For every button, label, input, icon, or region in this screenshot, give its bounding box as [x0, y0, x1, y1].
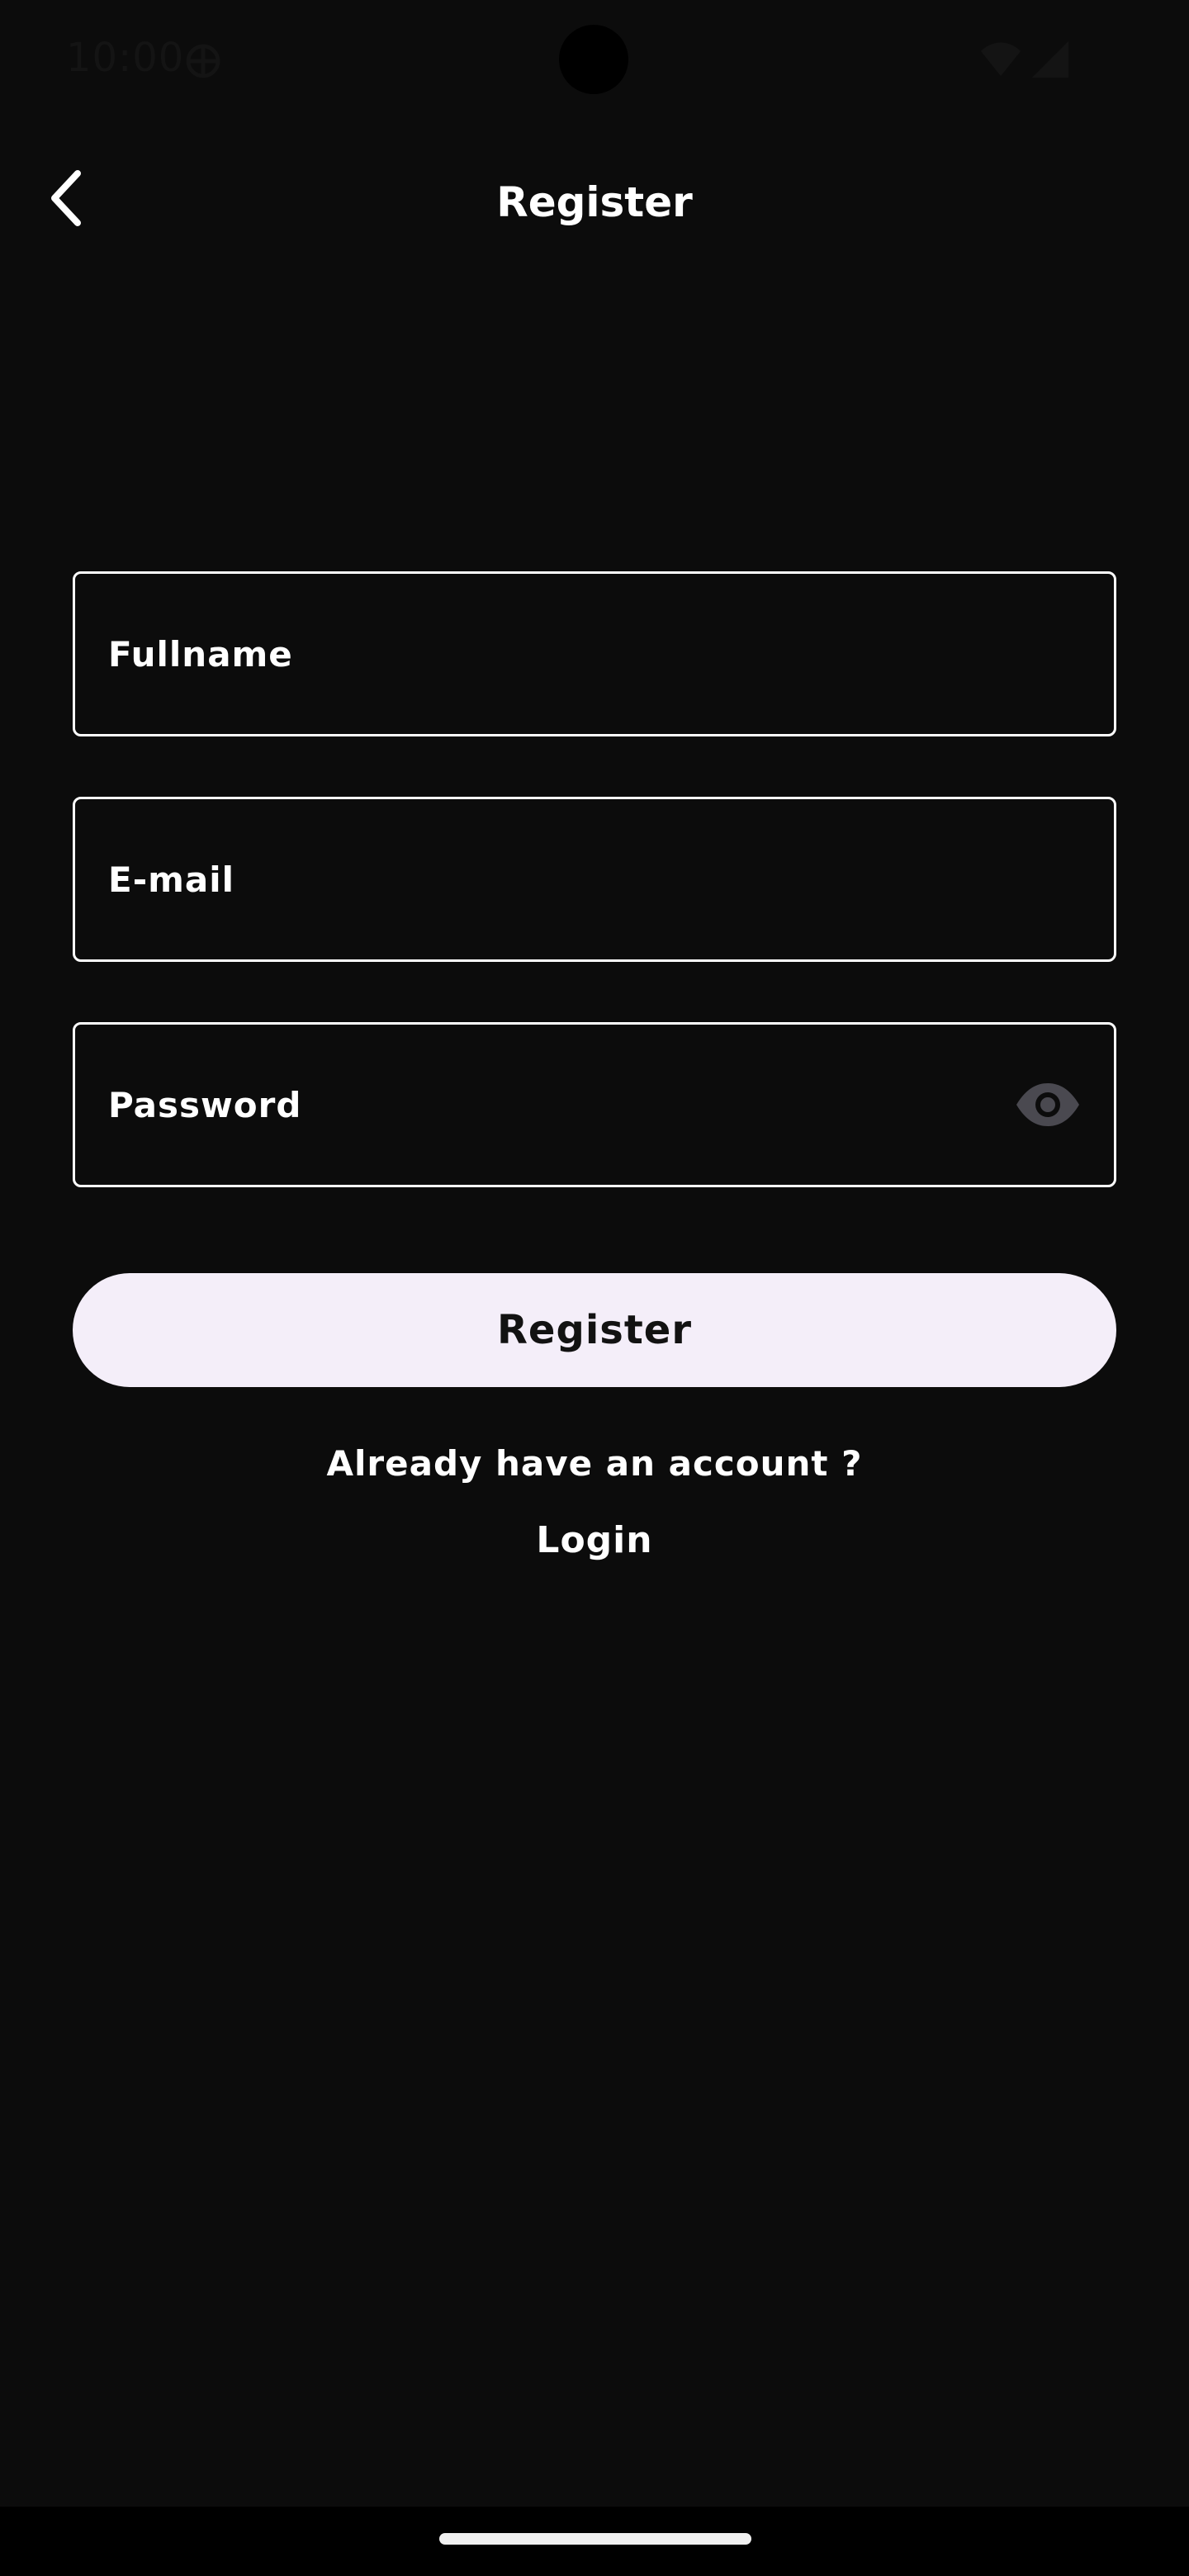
status-time: 10:00 [66, 35, 185, 81]
password-input[interactable] [108, 1025, 1016, 1185]
password-field[interactable] [73, 1022, 1116, 1187]
fullname-input[interactable] [108, 574, 1016, 734]
home-indicator[interactable] [439, 2533, 751, 2545]
fullname-field[interactable] [73, 571, 1116, 736]
camera-cutout [559, 25, 628, 94]
already-have-account-text: Already have an account ? [326, 1443, 863, 1484]
signal-icon [1032, 41, 1068, 78]
email-field[interactable] [73, 797, 1116, 962]
wifi-icon [981, 42, 1021, 76]
chevron-left-icon [51, 170, 81, 226]
back-button[interactable] [33, 157, 99, 239]
register-button[interactable]: Register [73, 1273, 1116, 1387]
toggle-password-visibility-button[interactable] [1015, 1076, 1081, 1134]
page-title: Register [496, 178, 693, 226]
status-bar: 10:00 [0, 0, 1189, 116]
email-input[interactable] [108, 799, 1016, 959]
sync-icon [186, 44, 220, 78]
login-link[interactable]: Login [471, 1519, 718, 1561]
eye-icon [1016, 1083, 1079, 1126]
